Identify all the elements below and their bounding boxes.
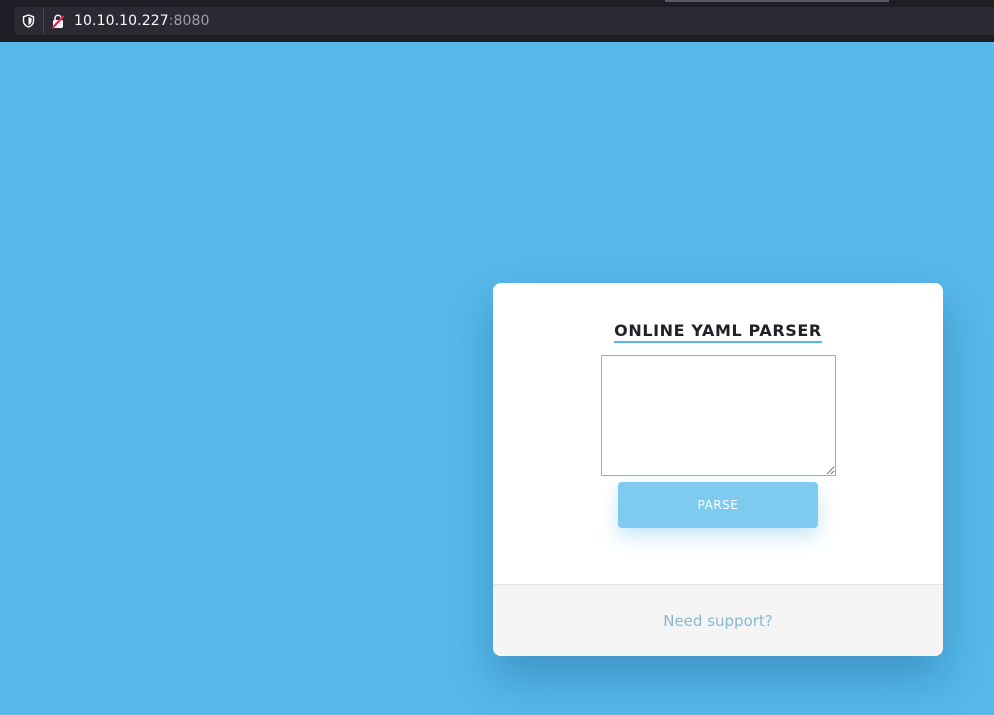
- url-bar[interactable]: 10.10.10.227:8080: [14, 7, 994, 35]
- browser-toolbar: 10.10.10.227:8080: [0, 0, 994, 42]
- parse-button[interactable]: PARSE: [618, 482, 818, 528]
- card-title-text: ONLINE YAML PARSER: [614, 321, 822, 343]
- url-port: :8080: [168, 13, 210, 29]
- support-link[interactable]: Need support?: [663, 612, 773, 630]
- page-body: ONLINE YAML PARSER PARSE Need support?: [0, 42, 994, 715]
- tab-strip-indicator: [665, 0, 889, 2]
- url-text[interactable]: 10.10.10.227:8080: [74, 13, 210, 29]
- shield-icon[interactable]: [14, 7, 44, 35]
- parser-card: ONLINE YAML PARSER PARSE Need support?: [493, 283, 943, 656]
- yaml-input[interactable]: [601, 355, 836, 476]
- insecure-lock-icon[interactable]: [44, 7, 72, 35]
- card-title: ONLINE YAML PARSER: [493, 321, 943, 343]
- card-footer: Need support?: [493, 584, 943, 656]
- url-host: 10.10.10.227: [74, 13, 169, 29]
